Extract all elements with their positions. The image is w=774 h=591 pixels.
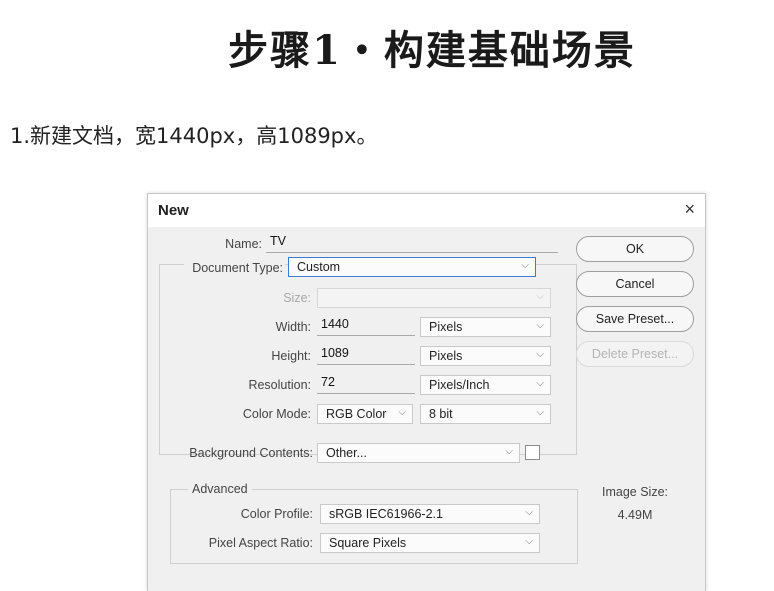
pixel-aspect-select[interactable]: Square Pixels ⌵: [320, 533, 540, 553]
color-profile-select[interactable]: sRGB IEC61966-2.1 ⌵: [320, 504, 540, 524]
size-label: Size:: [283, 291, 311, 305]
width-label: Width:: [275, 320, 311, 334]
color-profile-label: Color Profile:: [240, 507, 313, 521]
width-unit-value: Pixels: [429, 320, 463, 334]
resolution-unit-value: Pixels/Inch: [429, 378, 490, 392]
size-select[interactable]: ⌵: [317, 288, 551, 308]
pixel-aspect-value: Square Pixels: [329, 536, 407, 550]
chevron-down-icon: ⌵: [525, 536, 533, 547]
color-profile-value: sRGB IEC61966-2.1: [329, 507, 443, 521]
dialog-titlebar: New ×: [148, 194, 705, 227]
chevron-down-icon: ⌵: [525, 507, 533, 518]
bit-depth-value: 8 bit: [429, 407, 453, 421]
intro-text: 1.新建文档，宽1440px，高1089px。: [10, 124, 378, 148]
page-heading: 步骤1・构建基础场景: [228, 27, 636, 74]
close-icon[interactable]: ×: [684, 199, 695, 220]
chevron-down-icon: ⌵: [536, 349, 544, 360]
name-input[interactable]: TV: [266, 234, 558, 253]
chevron-down-icon: ⌵: [398, 407, 406, 418]
delete-preset-button[interactable]: Delete Preset...: [576, 341, 694, 367]
background-color-swatch[interactable]: [525, 445, 540, 460]
pixel-aspect-label: Pixel Aspect Ratio:: [208, 536, 313, 550]
height-input[interactable]: 1089: [317, 346, 415, 365]
cancel-button[interactable]: Cancel: [576, 271, 694, 297]
color-mode-label: Color Mode:: [242, 407, 311, 421]
chevron-down-icon: ⌵: [536, 378, 544, 389]
chevron-down-icon: ⌵: [536, 320, 544, 331]
bit-depth-select[interactable]: 8 bit ⌵: [420, 404, 551, 424]
height-unit-value: Pixels: [429, 349, 463, 363]
document-type-label: Document Type:: [184, 261, 285, 275]
resolution-label: Resolution:: [248, 378, 311, 392]
color-mode-value: RGB Color: [326, 407, 387, 421]
width-input[interactable]: 1440: [317, 317, 415, 336]
width-unit-select[interactable]: Pixels ⌵: [420, 317, 551, 337]
background-contents-select[interactable]: Other... ⌵: [317, 443, 520, 463]
chevron-down-icon: ⌵: [536, 407, 544, 418]
image-size-label: Image Size:: [601, 485, 668, 499]
chevron-down-icon: ⌵: [536, 291, 544, 302]
document-type-value: Custom: [297, 260, 341, 274]
chevron-down-icon: ⌵: [505, 446, 513, 457]
document-type-select[interactable]: Custom ⌵: [288, 257, 536, 277]
chevron-down-icon: ⌵: [521, 260, 529, 271]
ok-button[interactable]: OK: [576, 236, 694, 262]
save-preset-button[interactable]: Save Preset...: [576, 306, 694, 332]
new-document-dialog: New × Name: TV Document Type: Custom ⌵ S…: [147, 193, 706, 591]
resolution-input[interactable]: 72: [317, 375, 415, 394]
advanced-title: Advanced: [188, 482, 252, 496]
dialog-title: New: [158, 202, 189, 219]
color-mode-select[interactable]: RGB Color ⌵: [317, 404, 413, 424]
background-contents-label: Background Contents:: [189, 446, 313, 460]
height-unit-select[interactable]: Pixels ⌵: [420, 346, 551, 366]
resolution-unit-select[interactable]: Pixels/Inch ⌵: [420, 375, 551, 395]
name-label: Name:: [225, 237, 262, 251]
height-label: Height:: [271, 349, 311, 363]
image-size-value: 4.49M: [617, 508, 653, 522]
background-contents-value: Other...: [326, 446, 367, 460]
